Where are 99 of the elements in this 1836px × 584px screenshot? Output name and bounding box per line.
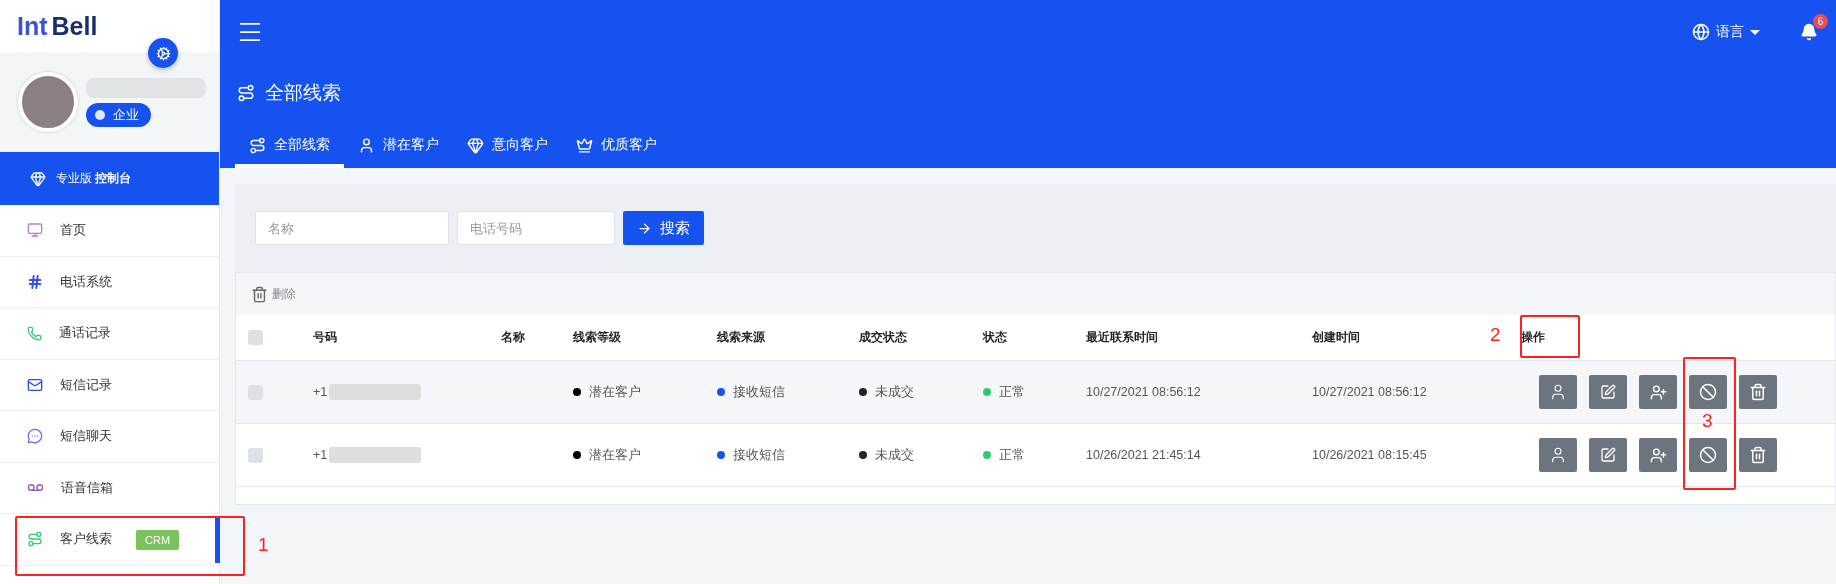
trash-icon [1749,383,1767,401]
column-header: 名称 [501,330,525,345]
sidebar-item-label: 短信聊天 [60,427,112,446]
column-header: 状态 [983,330,1007,345]
annotation-number: 3 [1702,410,1713,432]
checkbox[interactable] [248,447,263,463]
phone-number: +1 [313,385,328,399]
sidebar-item[interactable]: 首页 [0,205,219,257]
phone-number: +1 [313,448,328,462]
block-icon [1699,446,1717,464]
gear-icon [155,45,171,61]
console-label: 专业版 控制台 [56,170,132,187]
route-icon [249,136,266,154]
phone-icon [27,325,42,341]
trash-icon [251,285,268,303]
search-button[interactable]: 搜索 [623,211,704,245]
tab[interactable]: 潜在客户 [344,122,453,168]
add-user-button[interactable] [1639,375,1677,409]
name-field[interactable]: 名称 [255,211,449,245]
checkbox[interactable] [248,330,263,345]
avatar [18,72,78,132]
view-button[interactable] [1539,438,1577,472]
tab[interactable]: 全部线索 [235,122,344,168]
table-cell: 接收短信 [733,383,785,401]
sidebar-item[interactable]: 短信聊天 [0,411,219,463]
table-cell: 潜在客户 [589,383,641,401]
settings-button[interactable] [148,38,178,68]
table-cell: 正常 [999,446,1025,464]
table-cell: 潜在客户 [589,446,641,464]
sidebar-item-label: 客户线索 [60,530,112,549]
sidebar-item[interactable]: 语音信箱 [0,462,219,514]
block-icon [1699,383,1717,401]
user-icon [1549,446,1567,464]
user-icon [358,136,375,154]
phone-field[interactable]: 电话号码 [457,211,615,245]
user-plus-icon [1649,383,1667,401]
column-header: 号码 [313,330,337,345]
sidebar-item-label: 短信记录 [60,375,112,394]
bell-icon [1800,23,1818,41]
annotation-number: 2 [1490,324,1501,346]
tab[interactable]: 优质客户 [562,122,671,168]
edit-icon [1600,447,1616,463]
sidebar-item[interactable]: 通话记录 [0,308,219,360]
table-cell: 10/27/2021 08:56:12 [1086,385,1201,399]
block-button[interactable] [1689,438,1727,472]
account-badge: 企业 [86,102,151,127]
user-icon [1549,383,1567,401]
edit-button[interactable] [1589,438,1627,472]
table-cell: 接收短信 [733,446,785,464]
language-button[interactable]: 语言 [1692,23,1760,41]
envelope-icon [27,376,43,393]
monitor-icon [27,222,43,239]
column-header: 线索等级 [573,330,621,345]
view-button[interactable] [1539,375,1577,409]
delete-button[interactable]: 删除 [251,285,296,303]
column-header: 成交状态 [859,330,907,345]
sidebar-item-label: 电话系统 [60,272,112,291]
block-button[interactable] [1689,375,1727,409]
edit-icon [1600,384,1616,400]
column-header: 最近联系时间 [1086,330,1158,345]
route-icon [27,531,43,548]
delete-button[interactable] [1739,438,1777,472]
page-title: 全部线索 [265,81,341,105]
sidebar-item-label: 首页 [60,221,86,240]
sidebar-item[interactable]: 短信记录 [0,359,219,411]
table-cell: 10/26/2021 08:15:45 [1312,448,1427,462]
crm-badge: CRM [136,530,180,550]
column-header: 创建时间 [1312,330,1360,345]
console-banner[interactable]: 专业版 控制台 [0,152,219,205]
add-user-button[interactable] [1639,438,1677,472]
trash-icon [1749,446,1767,464]
column-header: 线索来源 [717,330,765,345]
tab[interactable]: 意向客户 [453,122,562,168]
sidebar-item[interactable]: 客户线索 CRM [0,514,219,566]
diamond-icon [30,170,46,187]
highlight-frame [1520,315,1580,358]
diamond-icon [467,136,484,154]
hash-icon [27,273,43,290]
user-plus-icon [1649,446,1667,464]
crown-icon [576,136,593,154]
table-cell: 未成交 [875,383,914,401]
column-header: 操作 [1521,330,1545,345]
arrow-right-icon [637,220,652,236]
notification-button[interactable] [1800,23,1818,41]
sidebar-item[interactable]: 电话系统 [0,256,219,308]
logo: Int Bell [16,10,99,42]
notification-count: 6 [1813,14,1828,29]
annotation-number: 1 [258,534,269,556]
sidebar-item-label: 语音信箱 [61,478,113,497]
table-cell: 未成交 [875,446,914,464]
sidebar-item-label: 通话记录 [59,324,111,343]
table-cell: 10/27/2021 08:56:12 [1312,385,1427,399]
table-cell: 10/26/2021 21:45:14 [1086,448,1201,462]
chat-bubble-icon [27,428,43,445]
delete-button[interactable] [1739,375,1777,409]
route-icon [237,84,255,102]
edit-button[interactable] [1589,375,1627,409]
globe-icon [1692,23,1710,41]
table-cell: 正常 [999,383,1025,401]
